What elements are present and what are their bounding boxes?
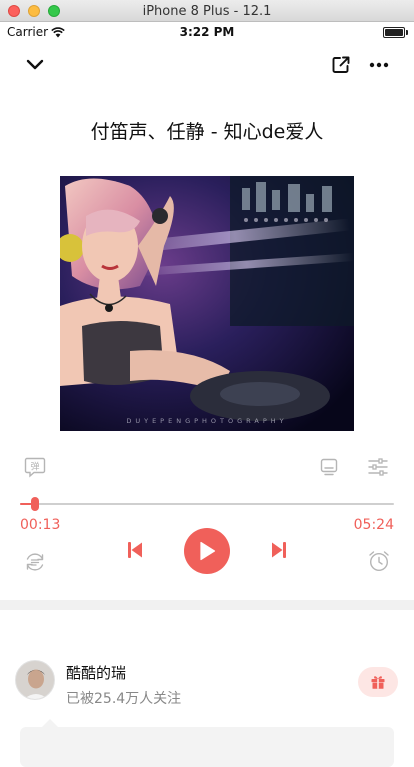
sleep-timer-button[interactable] (366, 548, 392, 574)
more-button[interactable] (366, 52, 392, 78)
share-button[interactable] (328, 52, 354, 78)
sound-settings-button[interactable] (366, 455, 390, 479)
progress-slider[interactable] (20, 497, 394, 511)
play-button[interactable] (184, 528, 230, 574)
current-time: 00:13 (20, 517, 61, 533)
comment-preview-card[interactable] (20, 719, 394, 767)
simulator-titlebar: iPhone 8 Plus - 12.1 (0, 0, 414, 22)
status-bar: Carrier 3:22 PM (0, 22, 414, 42)
status-time: 3:22 PM (179, 25, 235, 39)
comment-button[interactable] (317, 455, 341, 479)
battery-tip (406, 30, 408, 35)
album-cover: DUYEPENGPHOTOGRAPHY (60, 176, 354, 431)
chevron-down-icon (26, 59, 44, 70)
section-divider (0, 600, 414, 610)
total-time: 05:24 (353, 517, 394, 533)
previous-track-button[interactable] (124, 538, 146, 562)
gift-button[interactable] (358, 667, 398, 697)
repeat-list-icon (26, 553, 44, 571)
danmaku-icon: 弹 (24, 457, 46, 478)
artist-name[interactable]: 酷酷的瑞 (66, 662, 126, 683)
next-track-button[interactable] (268, 538, 290, 562)
simulator-title: iPhone 8 Plus - 12.1 (142, 4, 272, 19)
alarm-clock-icon (369, 551, 389, 572)
artist-followers: 已被25.4万人关注 (66, 691, 182, 707)
svg-text:弹: 弹 (30, 461, 39, 473)
collapse-player-button[interactable] (22, 53, 48, 77)
progress-thumb[interactable] (30, 497, 39, 511)
sliders-icon (368, 458, 388, 476)
play-mode-button[interactable] (22, 549, 48, 575)
avatar-photo (16, 661, 54, 699)
comment-icon (320, 458, 338, 476)
share-icon (332, 56, 350, 73)
song-title: 付笛声、任静 - 知心de爱人 (90, 121, 324, 143)
album-cover-art: DUYEPENGPHOTOGRAPHY (60, 176, 354, 431)
cover-watermark: DUYEPENGPHOTOGRAPHY (126, 417, 287, 425)
skip-previous-icon (128, 542, 142, 558)
more-icon (369, 62, 389, 68)
danmaku-button[interactable]: 弹 (23, 455, 47, 479)
battery-icon (383, 27, 405, 38)
play-icon (200, 541, 216, 561)
gift-icon (371, 676, 385, 689)
skip-next-icon (272, 542, 286, 558)
artist-avatar[interactable] (15, 660, 55, 700)
